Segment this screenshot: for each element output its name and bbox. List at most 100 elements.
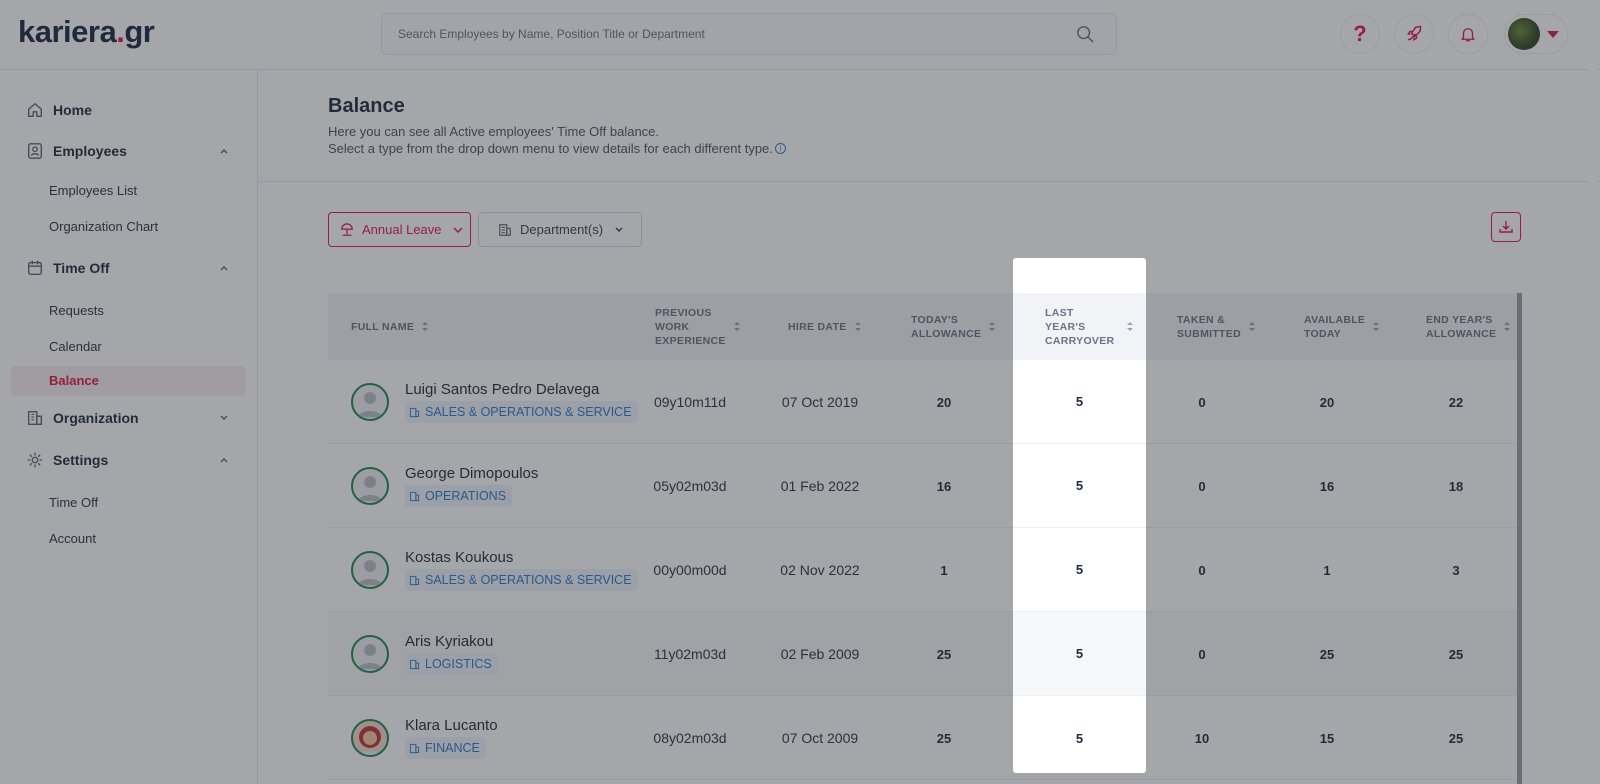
table-row[interactable]: Kostas Koukous SALES & OPERATIONS & SERV… (328, 528, 1520, 612)
carryover-cell: 5 (1013, 444, 1146, 528)
employee-name[interactable]: Kostas Koukous (405, 549, 513, 566)
carryover-cell: 5 (1075, 730, 1084, 746)
divider (258, 181, 1600, 182)
employee-name[interactable]: Klara Lucanto (405, 717, 498, 734)
sort-icon (1248, 322, 1255, 331)
whats-new-button[interactable] (1394, 14, 1434, 54)
end-year-allowance-cell: 3 (1452, 562, 1460, 578)
table-scrollbar[interactable] (1517, 293, 1522, 784)
building-icon (409, 743, 420, 753)
help-button[interactable]: ? (1340, 14, 1380, 54)
chevron-down-icon (615, 226, 623, 232)
bell-icon (1461, 28, 1475, 42)
column-end-year-allowance[interactable]: END YEAR'S ALLOWANCE (1426, 293, 1511, 360)
employee-name[interactable]: Aris Kyriakou (405, 633, 493, 650)
question-mark-icon: ? (1353, 21, 1367, 46)
caret-down-icon (1547, 31, 1559, 38)
download-icon (1499, 221, 1513, 233)
previous-experience-cell: 05y02m03d (653, 478, 727, 494)
column-available-today[interactable]: AVAILABLE TODAY (1304, 293, 1380, 360)
search-icon[interactable] (1076, 25, 1094, 43)
building-icon (409, 659, 420, 669)
carryover-cell: 5 (1013, 612, 1146, 696)
taken-submitted-cell: 10 (1194, 730, 1210, 746)
todays-allowance-cell: 25 (936, 646, 952, 662)
employee-name[interactable]: George Dimopoulos (405, 465, 538, 482)
chevron-up-icon[interactable] (218, 454, 230, 466)
column-hire-date[interactable]: HIRE DATE (788, 293, 862, 360)
chevron-down-icon[interactable] (218, 412, 230, 424)
table-row[interactable]: Klara Lucanto FINANCE 08y02m03d 07 Oct 2… (328, 696, 1520, 780)
available-today-cell: 15 (1319, 730, 1335, 746)
page-description: Here you can see all Active employees' T… (328, 123, 786, 157)
page-scrollbar[interactable] (1586, 0, 1600, 784)
sidebar-item-account[interactable]: Account (49, 531, 96, 546)
employee-avatar (351, 467, 389, 505)
top-bar: kariera.gr ? (0, 0, 1600, 70)
building-icon (28, 411, 42, 425)
previous-experience-cell: 08y02m03d (653, 730, 727, 746)
table-header: FULL NAME PREVIOUS WORK EXPERIENCE HIRE DA… (328, 293, 1520, 360)
sort-icon (1504, 322, 1511, 331)
column-previous-experience[interactable]: PREVIOUS WORK EXPERIENCE (655, 293, 741, 360)
hire-date-cell: 07 Oct 2019 (781, 394, 859, 410)
todays-allowance-cell: 20 (936, 394, 952, 410)
rocket-icon (1406, 25, 1422, 42)
scrollbar-thumb[interactable] (1589, 0, 1597, 528)
employee-avatar (351, 551, 389, 589)
table-row[interactable]: Aris Kyriakou LOGISTICS 11y02m03d 02 Feb… (328, 612, 1520, 696)
taken-submitted-cell: 0 (1198, 562, 1206, 578)
user-menu[interactable] (1504, 14, 1568, 54)
column-todays-allowance[interactable]: TODAY'S ALLOWANCE (911, 293, 996, 360)
carryover-column-highlight: LAST YEAR'S CARRYOVER 5 5 5 5 5 (1013, 258, 1146, 773)
available-today-cell: 25 (1319, 646, 1335, 662)
employee-avatar (351, 635, 389, 673)
hire-date-cell: 01 Feb 2022 (780, 478, 860, 494)
todays-allowance-cell: 25 (936, 730, 952, 746)
chevron-down-icon (452, 226, 463, 233)
todays-allowance-cell: 1 (940, 562, 948, 578)
kariera-logo[interactable]: kariera.gr (18, 14, 155, 50)
employee-name[interactable]: Luigi Santos Pedro Delavega (405, 381, 599, 398)
end-year-allowance-cell: 18 (1448, 478, 1464, 494)
employee-avatar (351, 719, 389, 757)
todays-allowance-cell: 16 (936, 478, 952, 494)
page-title: Balance (328, 95, 405, 117)
table-row[interactable]: Luigi Santos Pedro Delavega SALES & OPER… (328, 360, 1520, 444)
sort-icon (989, 322, 996, 331)
department-badge: SALES & OPERATIONS & SERVICE (405, 569, 638, 591)
beach-umbrella-icon (341, 222, 353, 236)
column-taken-submitted[interactable]: TAKEN & SUBMITTED (1177, 293, 1256, 360)
building-icon (409, 491, 420, 501)
notifications-button[interactable] (1448, 14, 1488, 54)
employee-search (381, 13, 1117, 55)
available-today-cell: 20 (1319, 394, 1335, 410)
sort-icon (1373, 322, 1380, 331)
department-badge: FINANCE (405, 737, 486, 759)
column-last-years-carryover[interactable]: LAST YEAR'S CARRYOVER (1013, 293, 1146, 360)
search-input[interactable] (382, 14, 1062, 54)
hire-date-cell: 02 Nov 2022 (780, 562, 860, 578)
hire-date-cell: 07 Oct 2009 (781, 730, 859, 746)
previous-experience-cell: 00y00m00d (653, 562, 727, 578)
building-icon (409, 575, 420, 585)
sidebar-item-settings[interactable]: Settings (26, 448, 108, 472)
sort-icon (733, 322, 740, 331)
user-avatar (1508, 18, 1540, 50)
info-icon[interactable]: i (774, 143, 786, 154)
carryover-cell: 5 (1013, 360, 1146, 444)
end-year-allowance-cell: 25 (1448, 646, 1464, 662)
sort-icon (422, 322, 429, 331)
sidebar-item-organization[interactable]: Organization (26, 406, 139, 430)
taken-submitted-cell: 0 (1198, 646, 1206, 662)
sidebar-item-settings-time-off[interactable]: Time Off (49, 495, 98, 510)
taken-submitted-cell: 0 (1198, 478, 1206, 494)
leave-type-dropdown[interactable]: Annual Leave (328, 212, 471, 247)
taken-submitted-cell: 0 (1198, 394, 1206, 410)
column-full-name[interactable]: FULL NAME (351, 293, 429, 360)
building-icon (499, 223, 511, 236)
export-button[interactable] (1491, 212, 1521, 242)
department-filter-dropdown[interactable]: Department(s) (478, 212, 642, 247)
table-row[interactable]: George Dimopoulos OPERATIONS 05y02m03d 0… (328, 444, 1520, 528)
end-year-allowance-cell: 22 (1448, 394, 1464, 410)
